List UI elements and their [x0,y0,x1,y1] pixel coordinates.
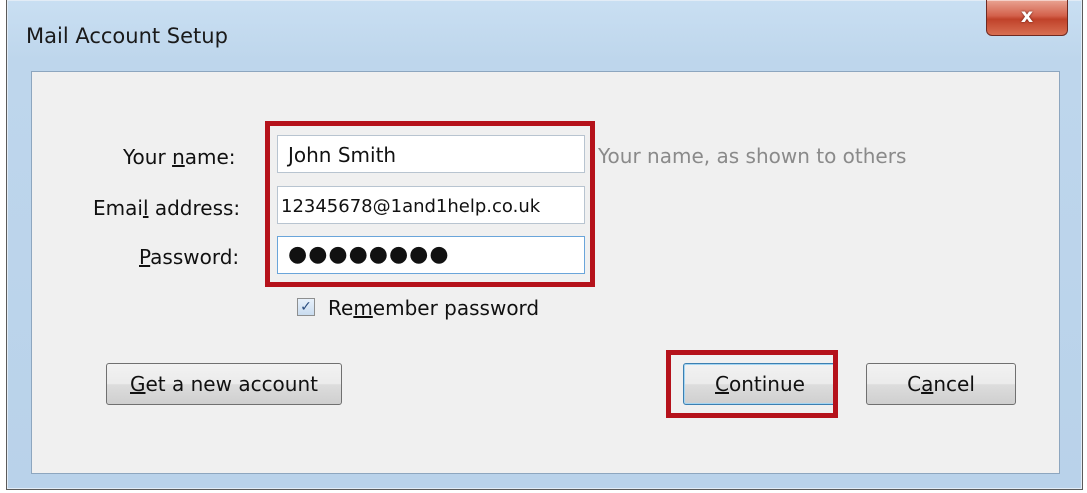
title-bar[interactable]: Mail Account Setup x [7,0,1082,70]
close-button[interactable]: x [986,0,1068,36]
email-label: Email address: [93,196,241,220]
cancel-button[interactable]: Cancel [866,363,1016,405]
remember-password-label[interactable]: Remember password [328,296,539,320]
name-hint: Your name, as shown to others [598,144,907,168]
remember-password-checkbox[interactable]: ✓ [297,298,315,316]
password-label: Password: [139,245,240,269]
name-label: Your name: [123,145,236,169]
window-title: Mail Account Setup [26,24,228,48]
fields-highlight-box [265,121,595,287]
continue-highlight-box [666,350,838,418]
checkmark-icon: ✓ [300,299,312,315]
close-icon: x [1020,5,1034,27]
get-new-account-button[interactable]: Get a new account [106,363,342,405]
